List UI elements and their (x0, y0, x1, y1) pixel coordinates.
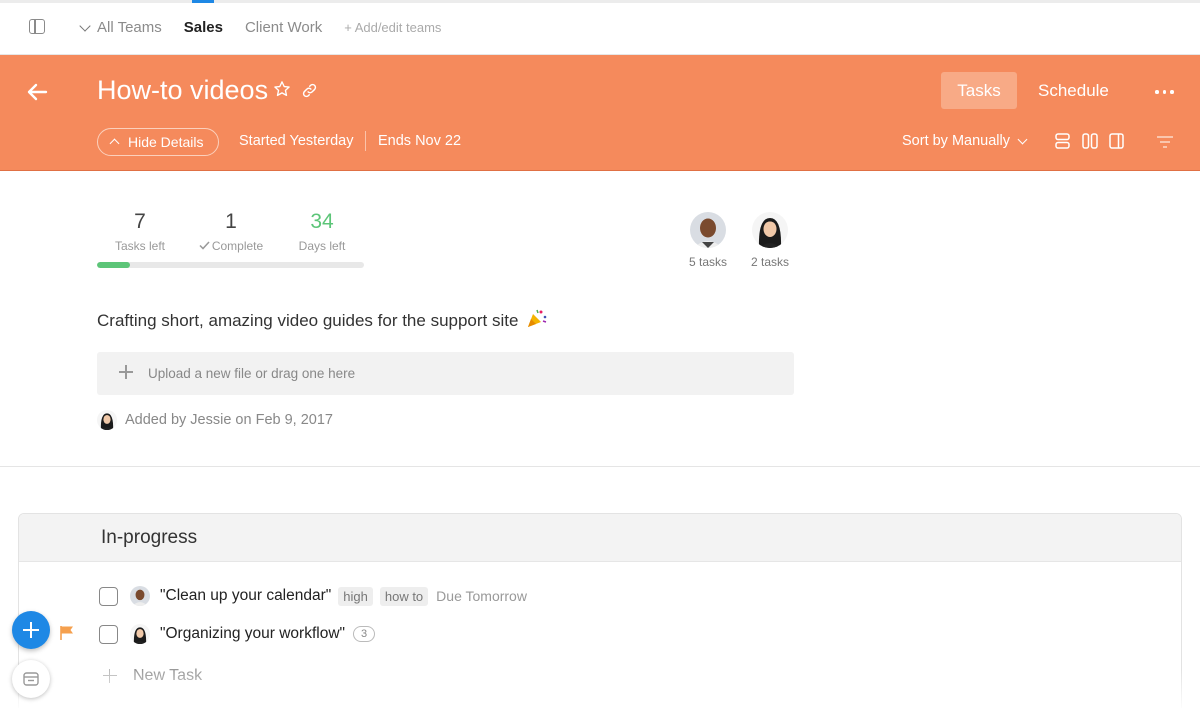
complete-count: 1 (225, 210, 237, 233)
avatar (97, 410, 117, 430)
board-view-icon[interactable] (1082, 133, 1098, 149)
hide-details-button[interactable]: Hide Details (97, 128, 219, 156)
comment-count-badge[interactable]: 3 (353, 626, 376, 642)
upload-placeholder: Upload a new file or drag one here (148, 366, 356, 381)
sidebar-toggle-icon[interactable] (29, 19, 45, 34)
list-title[interactable]: In-progress (19, 514, 1181, 562)
new-task-label: New Task (133, 667, 203, 684)
task-row[interactable]: "Clean up your calendar" high how to Due… (99, 584, 527, 608)
added-by: Added by Jessie on Feb 9, 2017 (97, 410, 333, 430)
plus-icon (103, 669, 117, 683)
task-list-in-progress: In-progress "Clean up your calendar" hig… (18, 513, 1182, 708)
flag-icon[interactable] (59, 625, 75, 641)
back-arrow-icon[interactable] (26, 83, 48, 101)
project-header: How-to videos Hide Details Started Yeste… (0, 55, 1200, 171)
add-edit-teams-link[interactable]: + Add/edit teams (344, 20, 441, 35)
tasks-left-count: 7 (134, 210, 146, 233)
complete-label: Complete (211, 239, 264, 253)
progress-fill (97, 262, 131, 268)
tasks-left-label: Tasks left (114, 239, 165, 253)
member-task-count: 2 tasks (750, 255, 789, 269)
task-checkbox[interactable] (99, 586, 118, 606)
team-client-work[interactable]: Client Work (245, 19, 322, 36)
sort-dropdown[interactable]: Sort by Manually (902, 133, 1028, 149)
days-left-label: Days left (298, 239, 346, 253)
stat-tasks-left: 7 Tasks left (110, 210, 170, 253)
chevron-up-icon (109, 138, 120, 149)
task-title[interactable]: "Clean up your calendar" (160, 587, 331, 605)
avatar (130, 624, 150, 644)
more-options-icon[interactable] (1155, 90, 1174, 94)
end-date[interactable]: Ends Nov 22 (378, 133, 461, 149)
tag-high[interactable]: high (338, 586, 373, 606)
plus-icon (119, 365, 133, 379)
member-2[interactable]: 2 tasks (740, 212, 800, 269)
add-fab-button[interactable] (12, 611, 50, 649)
start-date[interactable]: Started Yesterday (239, 133, 353, 149)
team-nav: All Teams Sales Client Work + Add/edit t… (78, 0, 441, 36)
due-date[interactable]: Due Tomorrow (436, 588, 527, 604)
avatar (130, 586, 150, 606)
added-by-text: Added by Jessie on Feb 9, 2017 (125, 412, 333, 428)
project-title[interactable]: How-to videos (97, 75, 268, 106)
link-icon[interactable] (301, 82, 318, 99)
task-checkbox[interactable] (99, 624, 118, 644)
tab-schedule[interactable]: Schedule (1038, 81, 1109, 101)
task-title[interactable]: "Organizing your workflow" (160, 625, 345, 643)
progress-bar (97, 262, 364, 268)
avatar (690, 212, 726, 248)
chevron-down-icon (1017, 134, 1028, 144)
top-bar: All Teams Sales Client Work + Add/edit t… (0, 0, 1200, 55)
date-divider (365, 131, 366, 151)
section-divider (0, 466, 1200, 467)
chevron-down-icon[interactable] (79, 19, 91, 32)
member-task-count: 5 tasks (688, 255, 727, 269)
project-description[interactable]: Crafting short, amazing video guides for… (97, 307, 548, 331)
member-1[interactable]: 5 tasks (678, 212, 738, 269)
avatar (752, 212, 788, 248)
checkmark-icon (199, 241, 210, 250)
team-all-teams[interactable]: All Teams (97, 19, 162, 36)
sort-label: Sort by Manually (902, 133, 1010, 149)
hide-details-label: Hide Details (128, 134, 204, 150)
days-left-count: 34 (310, 210, 334, 233)
new-task-button[interactable]: New Task (103, 667, 202, 685)
stat-complete: 1 Complete (195, 210, 267, 253)
stat-days-left: 34 Days left (292, 210, 352, 253)
inbox-button[interactable] (12, 660, 50, 698)
description-text: Crafting short, amazing video guides for… (97, 311, 519, 330)
inbox-icon (23, 672, 39, 686)
party-popper-icon (528, 309, 547, 327)
star-icon[interactable] (273, 80, 291, 98)
panel-view-icon[interactable] (1109, 133, 1124, 149)
list-view-icon[interactable] (1055, 133, 1070, 149)
tag-how-to[interactable]: how to (379, 586, 429, 606)
team-sales[interactable]: Sales (184, 0, 223, 36)
complete-label-wrap: Complete (195, 239, 267, 253)
filter-icon[interactable] (1156, 135, 1174, 149)
upload-dropzone[interactable]: Upload a new file or drag one here (97, 352, 794, 395)
task-row[interactable]: "Organizing your workflow" 3 (99, 622, 376, 646)
tab-tasks[interactable]: Tasks (941, 72, 1017, 109)
